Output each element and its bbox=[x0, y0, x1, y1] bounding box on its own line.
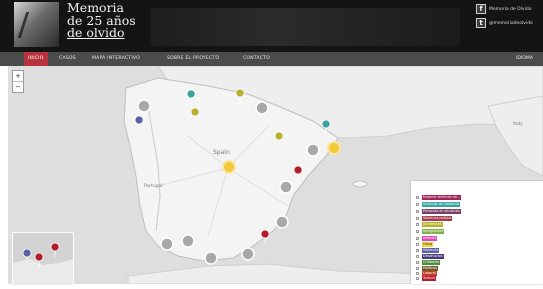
legend-checkbox[interactable] bbox=[416, 209, 419, 213]
legend-label: Violencia policial bbox=[422, 215, 453, 221]
map-legend: Mujeres víctimas de... Víctimas de viole… bbox=[411, 181, 543, 284]
canary-islands-inset[interactable] bbox=[12, 232, 74, 286]
social-facebook-link[interactable]: f Memoria de Olvido bbox=[476, 4, 531, 14]
legend-label: Personas en situación bbox=[422, 208, 461, 214]
twitter-label: @memoriadeolvido bbox=[489, 20, 533, 26]
legend-checkbox[interactable] bbox=[416, 222, 419, 226]
legend-checkbox[interactable] bbox=[416, 195, 419, 199]
legend-checkbox[interactable] bbox=[416, 216, 419, 220]
canary-map bbox=[13, 242, 73, 285]
balearic-islands bbox=[352, 180, 368, 188]
legend-item[interactable]: Personas en situación bbox=[416, 208, 461, 214]
legend-item[interactable]: Inmigrantes bbox=[416, 228, 445, 234]
legend-checkbox[interactable] bbox=[416, 260, 419, 264]
site-title[interactable]: Memoria de 25 años de olvido bbox=[67, 1, 136, 40]
nav-item-contacto[interactable]: CONTACTO bbox=[243, 52, 270, 66]
legend-label: Víctimas de violencia bbox=[422, 201, 461, 207]
legend-checkbox[interactable] bbox=[416, 248, 419, 252]
legend-checkbox[interactable] bbox=[416, 202, 419, 206]
legend-label: Otros bbox=[422, 241, 434, 247]
legend-checkbox[interactable] bbox=[416, 242, 419, 246]
legend-item[interactable]: Accidentes bbox=[416, 221, 443, 227]
twitter-icon: t bbox=[476, 18, 486, 28]
nav-item-mapa[interactable]: MAPA INTERACTIVO bbox=[92, 52, 140, 66]
logo-photo[interactable] bbox=[14, 2, 59, 47]
facebook-icon: f bbox=[476, 4, 486, 14]
legend-label: Crímenes bbox=[422, 259, 441, 265]
legend-label: Infancia bbox=[422, 235, 438, 241]
legend-label: Violencia bbox=[422, 247, 440, 253]
legend-checkbox[interactable] bbox=[416, 229, 419, 233]
italy-landmass bbox=[487, 95, 543, 177]
legend-checkbox[interactable] bbox=[416, 276, 419, 280]
site-title-line-3: de olvido bbox=[67, 25, 125, 40]
legend-item[interactable]: Mujeres víctimas de... bbox=[416, 194, 462, 200]
header-banner-image bbox=[150, 8, 460, 46]
legend-label: Tortura bbox=[422, 275, 436, 281]
legend-item[interactable]: Tortura bbox=[416, 275, 436, 281]
legend-label: Accidentes bbox=[422, 221, 443, 227]
legend-label: Inmigrantes bbox=[422, 228, 445, 234]
nav-item-casos[interactable]: CASOS bbox=[59, 52, 76, 66]
facebook-label: Memoria de Olvido bbox=[489, 6, 532, 12]
label-portugal: Portugal bbox=[144, 184, 163, 189]
label-spain: Spain bbox=[213, 149, 230, 156]
legend-item[interactable]: Víctimas de violencia bbox=[416, 201, 461, 207]
nav-item-inicio[interactable]: INICIO bbox=[24, 52, 48, 66]
label-italy: Italy bbox=[513, 122, 523, 127]
main-nav: INICIO CASOS MAPA INTERACTIVO SOBRE EL P… bbox=[0, 52, 543, 66]
zoom-out-button[interactable]: − bbox=[13, 82, 23, 92]
site-header: Memoria de 25 años de olvido f Memoria d… bbox=[0, 0, 543, 52]
legend-checkbox[interactable] bbox=[416, 236, 419, 240]
social-twitter-link[interactable]: t @memoriadeolvido bbox=[476, 18, 533, 28]
legend-label: Desahucios bbox=[422, 253, 444, 259]
legend-label: Mujeres víctimas de... bbox=[422, 194, 462, 200]
language-selector[interactable]: IDIOMA bbox=[516, 52, 533, 66]
legend-checkbox[interactable] bbox=[416, 254, 419, 258]
zoom-in-button[interactable]: + bbox=[13, 71, 23, 82]
nav-item-proyecto[interactable]: SOBRE EL PROYECTO bbox=[167, 52, 219, 66]
zoom-control: + − bbox=[12, 70, 24, 93]
